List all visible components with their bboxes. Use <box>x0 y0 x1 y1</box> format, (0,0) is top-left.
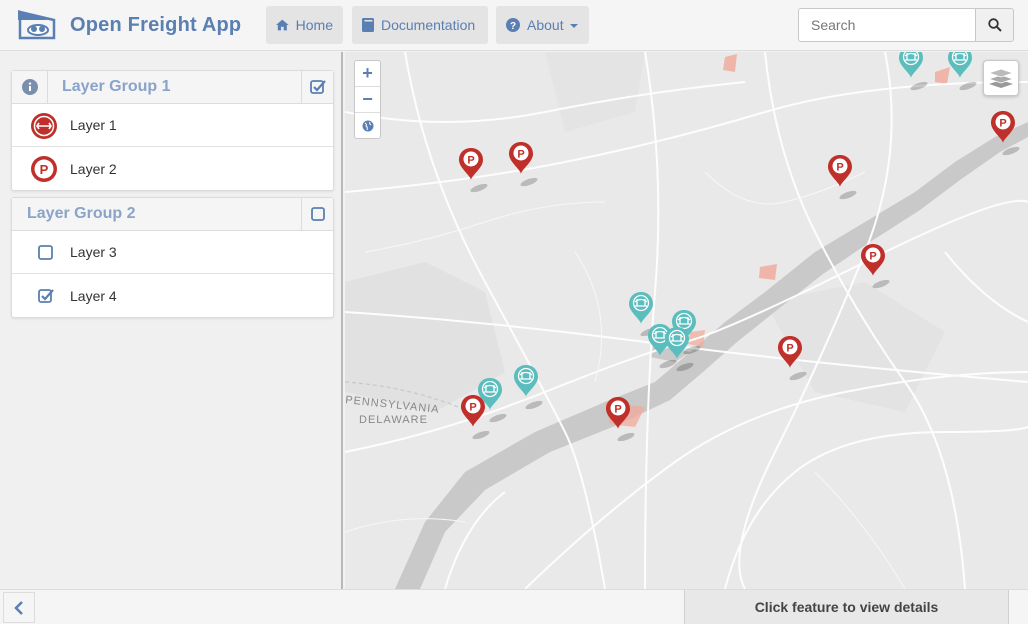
documentation-button[interactable]: Documentation <box>352 6 488 44</box>
layers-icon <box>988 68 1014 88</box>
navbar: Open Freight App Home Documentation ? Ab… <box>0 0 1028 51</box>
group-1-checkbox[interactable] <box>301 71 333 103</box>
checked-checkbox-icon <box>309 80 326 94</box>
zoom-in-button[interactable]: + <box>355 61 380 87</box>
zoom-control: + − <box>354 60 381 139</box>
layer-item-1[interactable]: Layer 1 <box>12 104 333 147</box>
book-icon <box>362 18 374 32</box>
zoom-out-button[interactable]: − <box>355 87 380 113</box>
parking-marker <box>459 148 489 194</box>
info-button[interactable] <box>12 71 48 103</box>
unchecked-checkbox-icon <box>310 207 325 221</box>
layer-item-3[interactable]: Layer 3 <box>12 231 333 274</box>
layer-group-header-2[interactable]: Layer Group 2 <box>12 198 333 231</box>
svg-text:?: ? <box>510 21 516 32</box>
search-icon <box>987 18 1002 32</box>
bridge-marker <box>947 52 979 93</box>
map-canvas[interactable]: PENNSYLVANIA DELAWARE P <box>345 52 1028 589</box>
layer-group-title: Layer Group 2 <box>27 205 136 222</box>
search-input[interactable] <box>798 8 975 42</box>
brand[interactable]: Open Freight App <box>14 6 241 44</box>
info-icon <box>21 79 38 95</box>
question-circle-icon: ? <box>506 18 520 32</box>
about-label: About <box>527 17 564 33</box>
parking-marker <box>861 244 891 290</box>
home-label: Home <box>295 17 333 33</box>
parking-marker <box>509 142 539 188</box>
svg-text:P: P <box>40 162 49 177</box>
layer-item-4[interactable]: Layer 4 <box>12 274 333 317</box>
layer-label: Layer 2 <box>70 160 117 177</box>
app-logo-icon <box>18 10 56 40</box>
sidebar-toggle-button[interactable] <box>3 592 35 623</box>
globe-icon <box>362 120 373 132</box>
layer-group-panel-1: Layer Group 1 Layer 1 P Layer 2 <box>11 70 334 191</box>
locate-button[interactable] <box>355 113 380 139</box>
group-2-checkbox[interactable] <box>301 198 333 230</box>
layers-control-button[interactable] <box>983 60 1019 96</box>
search-button[interactable] <box>975 8 1014 42</box>
parking-marker <box>778 336 808 382</box>
parking-marker <box>991 111 1021 157</box>
parking-marker <box>606 397 636 443</box>
map-markers: P <box>459 52 1021 443</box>
layer-group-header-1[interactable]: Layer Group 1 <box>12 71 333 104</box>
about-dropdown[interactable]: ? About <box>496 6 589 44</box>
rail-crossing-marker-icon <box>31 113 57 139</box>
parking-marker <box>828 155 858 201</box>
bridge-marker <box>513 364 545 412</box>
checked-checkbox-icon[interactable] <box>38 288 54 304</box>
sidebar: Layer Group 1 Layer 1 P Layer 2 Layer Gr… <box>0 52 343 589</box>
layer-group-title: Layer Group 1 <box>62 78 171 95</box>
footer-bar: Click feature to view details <box>0 589 1028 624</box>
home-icon <box>276 19 289 31</box>
documentation-label: Documentation <box>381 17 476 33</box>
layer-label: Layer 4 <box>70 287 117 304</box>
parking-marker-icon: P <box>31 156 57 182</box>
layer-label: Layer 3 <box>70 244 117 260</box>
layer-label: Layer 1 <box>70 117 117 133</box>
unchecked-checkbox-icon[interactable] <box>38 245 54 261</box>
layer-item-2[interactable]: P Layer 2 <box>12 147 333 190</box>
layer-group-panel-2: Layer Group 2 Layer 3 Layer 4 <box>11 197 334 318</box>
chevron-left-icon <box>14 600 23 615</box>
bridge-marker <box>898 52 930 93</box>
home-button[interactable]: Home <box>266 6 343 44</box>
feature-details-status: Click feature to view details <box>684 590 1009 624</box>
app-title: Open Freight App <box>70 13 242 36</box>
search-bar <box>798 8 1014 42</box>
chevron-down-icon <box>569 24 578 28</box>
